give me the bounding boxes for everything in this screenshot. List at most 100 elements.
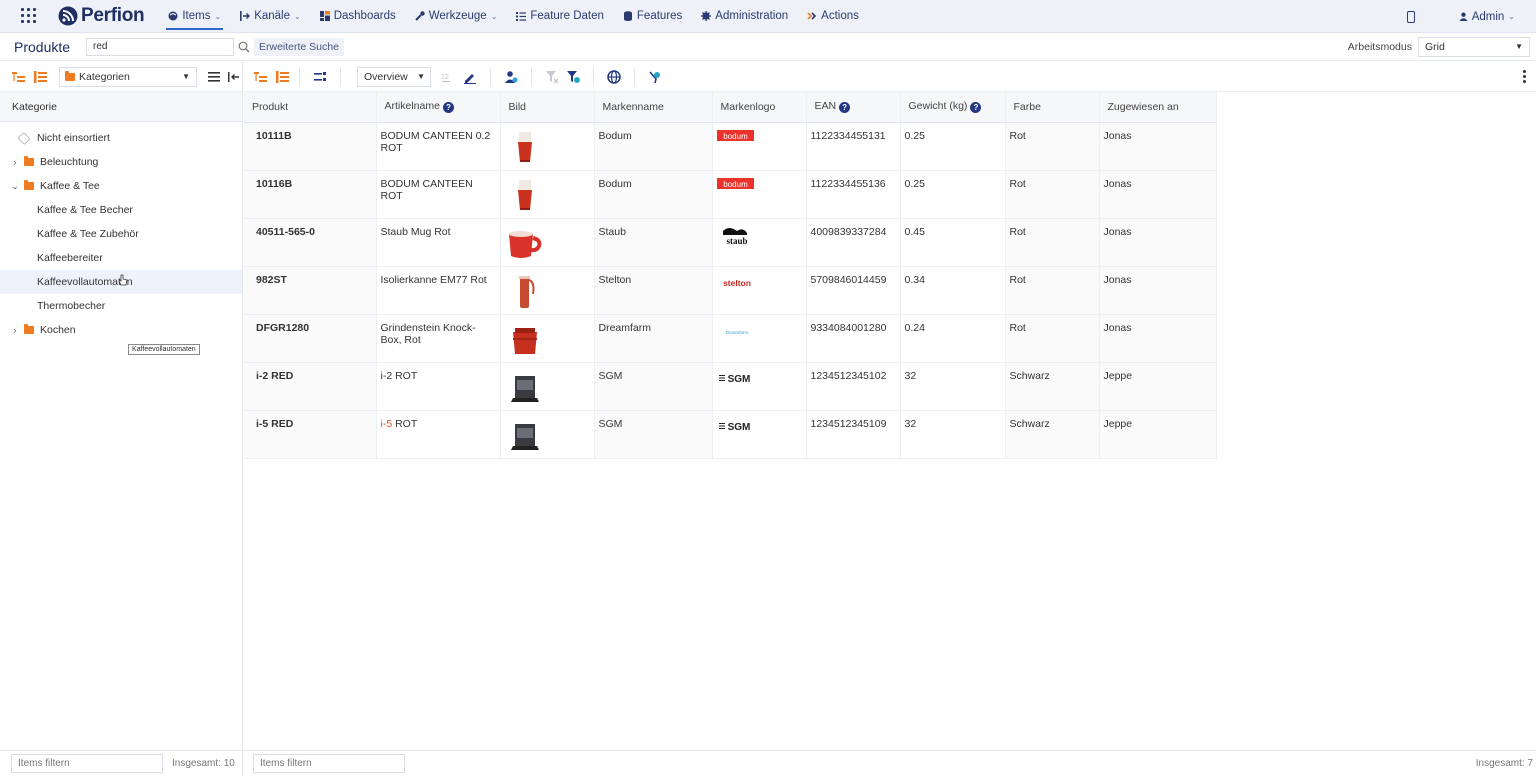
tree-item-kochen[interactable]: › Kochen [0, 318, 242, 342]
weight-cell[interactable]: 32 [900, 410, 1006, 459]
user-menu[interactable]: Admin ⌄ [1459, 11, 1515, 23]
column-header-artikelname[interactable]: Artikelname? [376, 92, 501, 123]
nav-item-actions[interactable]: Actions [805, 6, 861, 26]
tree-expand-icon[interactable] [12, 71, 25, 83]
mobile-icon[interactable] [1406, 10, 1415, 23]
product-id-cell[interactable]: DFGR1280 [244, 314, 377, 363]
more-options-icon[interactable] [1523, 70, 1526, 85]
tree-item-kaffee-tee[interactable]: ⌄ Kaffee & Tee [0, 174, 242, 198]
product-id-cell[interactable]: 10116B [244, 170, 377, 219]
work-mode-select[interactable]: Grid ▼ [1418, 37, 1530, 57]
column-header-farbe[interactable]: Farbe [1005, 92, 1100, 123]
table-row[interactable]: DFGR1280 Grindenstein Knock-Box, Rot Dream… [244, 314, 1225, 363]
brand-name-cell[interactable]: Staub [594, 218, 713, 267]
weight-cell[interactable]: 0.25 [900, 170, 1006, 219]
column-header-produkt[interactable]: Produkt [244, 92, 377, 123]
product-image[interactable] [505, 270, 545, 310]
article-name-cell[interactable]: Grindenstein Knock-Box, Rot [376, 314, 501, 363]
product-image[interactable] [505, 222, 545, 262]
table-row[interactable]: 40511-565-0 Staub Mug Rot Staub staub 400983… [244, 218, 1225, 267]
article-name-cell[interactable]: Isolierkanne EM77 Rot [376, 266, 501, 315]
tree-item-kaffee-tee-zubehör[interactable]: Kaffee & Tee Zubehör [0, 222, 242, 246]
brand-logo-cell[interactable]: bodum [712, 122, 807, 171]
nav-item-dashboards[interactable]: Dashboards [318, 6, 398, 26]
image-cell[interactable] [500, 266, 595, 315]
nav-item-kanäle[interactable]: Kanäle ⌄ [238, 6, 303, 26]
column-header-markenname[interactable]: Markenname [594, 92, 713, 123]
weight-cell[interactable]: 0.25 [900, 122, 1006, 171]
chevron-down-icon[interactable]: ⌄ [9, 181, 21, 192]
brand-logo-cell[interactable]: SGM [712, 362, 807, 411]
product-image[interactable] [505, 366, 545, 406]
nav-item-features[interactable]: Features [621, 6, 684, 26]
ean-cell[interactable]: 4009839337284 [806, 218, 901, 267]
collapse-panel-icon[interactable] [228, 71, 240, 82]
weight-cell[interactable]: 0.24 [900, 314, 1006, 363]
color-cell[interactable]: Schwarz [1005, 362, 1100, 411]
table-row[interactable]: i-2 RED i-2 ROT SGM SGM 1234512345102 32 Schwa… [244, 362, 1225, 411]
column-header-ean[interactable]: EAN? [806, 92, 901, 123]
assigned-cell[interactable]: Jeppe [1099, 362, 1217, 411]
assigned-cell[interactable]: Jonas [1099, 266, 1217, 315]
help-icon[interactable]: ? [442, 102, 454, 114]
category-filter-input[interactable] [11, 754, 163, 773]
ean-cell[interactable]: 9334084001280 [806, 314, 901, 363]
color-cell[interactable]: Rot [1005, 170, 1100, 219]
color-cell[interactable]: Schwarz [1005, 410, 1100, 459]
nav-item-werkzeuge[interactable]: Werkzeuge ⌄ [413, 6, 500, 26]
edit-icon[interactable] [463, 70, 477, 84]
user-assign-icon[interactable] [504, 70, 518, 84]
assigned-cell[interactable]: Jonas [1099, 314, 1217, 363]
assigned-cell[interactable]: Jonas [1099, 218, 1217, 267]
column-header-bild[interactable]: Bild [500, 92, 595, 123]
article-name-cell[interactable]: BODUM CANTEEN 0.2 ROT [376, 122, 501, 171]
nav-item-items[interactable]: Items ⌄ [166, 6, 224, 30]
product-id-cell[interactable]: i-2 RED [244, 362, 377, 411]
tree-list-icon[interactable] [34, 70, 47, 83]
brand-logo-cell[interactable]: staub [712, 218, 807, 267]
image-cell[interactable] [500, 362, 595, 411]
clear-filter-icon[interactable] [545, 70, 559, 84]
table-row[interactable]: 982ST Isolierkanne EM77 Rot Stelton stelton… [244, 266, 1225, 315]
chevron-right-icon[interactable]: › [9, 325, 21, 335]
chevron-right-icon[interactable]: › [9, 157, 21, 167]
brand-name-cell[interactable]: Stelton [594, 266, 713, 315]
tree-expand-icon[interactable] [254, 71, 267, 83]
image-cell[interactable] [500, 410, 595, 459]
product-image[interactable] [505, 174, 545, 214]
column-header-markenlogo[interactable]: Markenlogo [712, 92, 807, 123]
tree-item-kaffeevollautomaten[interactable]: Kaffeevollautomaten [0, 270, 242, 294]
article-name-cell[interactable]: i-2 ROT [376, 362, 501, 411]
tree-item-nicht-einsortiert[interactable]: Nicht einsortiert [0, 126, 242, 150]
help-icon[interactable]: ? [970, 102, 982, 114]
image-cell[interactable] [500, 314, 595, 363]
brand-name-cell[interactable]: SGM [594, 362, 713, 411]
color-cell[interactable]: Rot [1005, 314, 1100, 363]
brand-name-cell[interactable]: Bodum [594, 122, 713, 171]
column-header-gewicht-kg[interactable]: Gewicht (kg)? [900, 92, 1006, 123]
product-image[interactable] [505, 126, 545, 166]
assigned-cell[interactable]: Jonas [1099, 122, 1217, 171]
product-id-cell[interactable]: 10111B [244, 122, 377, 171]
list-view-icon[interactable] [208, 71, 220, 82]
tree-item-kaffee-tee-becher[interactable]: Kaffee & Tee Becher [0, 198, 242, 222]
perfion-logo[interactable]: Perfion [58, 5, 145, 27]
ean-cell[interactable]: 1234512345102 [806, 362, 901, 411]
image-cell[interactable] [500, 218, 595, 267]
number-sort-icon[interactable]: 12 [440, 70, 454, 84]
app-grid-icon[interactable] [21, 8, 37, 24]
brand-logo-cell[interactable]: SGM [712, 410, 807, 459]
product-image[interactable] [505, 414, 545, 454]
ean-cell[interactable]: 5709846014459 [806, 266, 901, 315]
product-id-cell[interactable]: 40511-565-0 [244, 218, 377, 267]
brand-name-cell[interactable]: Bodum [594, 170, 713, 219]
view-select[interactable]: Overview ▼ [357, 66, 431, 87]
tree-item-thermobecher[interactable]: Thermobecher [0, 294, 242, 318]
article-name-cell[interactable]: i-5 ROT [376, 410, 501, 459]
search-input[interactable] [86, 37, 234, 56]
ai-wand-icon[interactable] [648, 70, 662, 84]
brand-logo-cell[interactable]: bodum [712, 170, 807, 219]
items-filter-input[interactable] [253, 754, 405, 773]
column-header-zugewiesen-an[interactable]: Zugewiesen an [1099, 92, 1217, 123]
color-cell[interactable]: Rot [1005, 122, 1100, 171]
